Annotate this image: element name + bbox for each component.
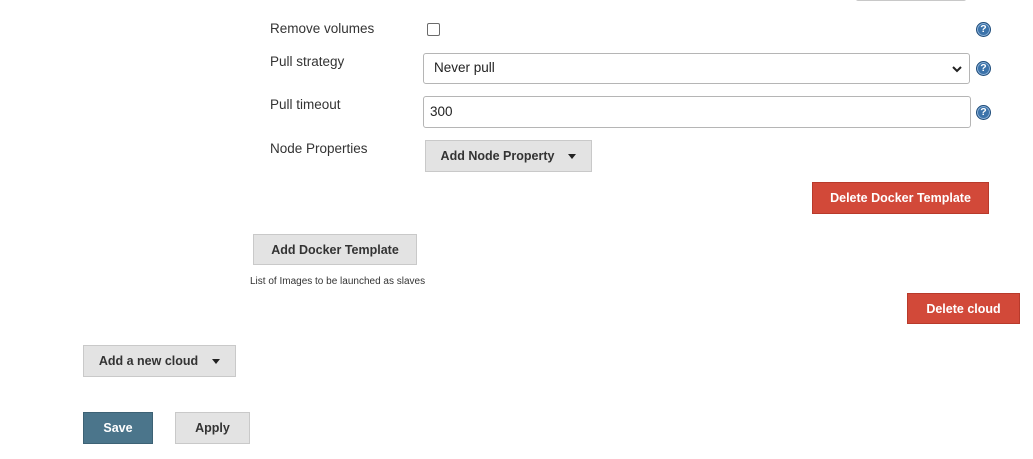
- add-new-cloud-label: Add a new cloud: [98, 354, 199, 368]
- previous-button-edge: [856, 0, 966, 1]
- add-node-property-button[interactable]: Add Node Property: [425, 140, 592, 172]
- delete-cloud-label: Delete cloud: [926, 301, 1001, 316]
- delete-docker-template-label: Delete Docker Template: [830, 191, 971, 205]
- save-label: Save: [103, 421, 133, 435]
- caret-down-icon: [212, 358, 221, 364]
- pull-timeout-value: 300: [430, 104, 453, 119]
- save-button[interactable]: Save: [83, 412, 153, 444]
- add-docker-template-button[interactable]: Add Docker Template: [253, 234, 417, 265]
- pull-strategy-select[interactable]: Never pull: [423, 53, 970, 84]
- apply-label: Apply: [195, 421, 230, 435]
- pull-timeout-input[interactable]: 300: [423, 96, 971, 128]
- remove-volumes-checkbox[interactable]: [427, 23, 440, 36]
- help-icon[interactable]: ?: [976, 61, 991, 76]
- apply-button[interactable]: Apply: [175, 412, 250, 444]
- pull-timeout-label: Pull timeout: [270, 97, 341, 112]
- node-properties-label: Node Properties: [270, 141, 368, 156]
- add-node-property-label: Add Node Property: [440, 149, 555, 163]
- caret-down-icon: [568, 153, 577, 159]
- add-docker-template-label: Add Docker Template: [271, 242, 399, 257]
- remove-volumes-label: Remove volumes: [270, 21, 375, 36]
- pull-strategy-label: Pull strategy: [270, 54, 345, 69]
- help-icon[interactable]: ?: [976, 22, 991, 37]
- delete-docker-template-button[interactable]: Delete Docker Template: [812, 182, 989, 214]
- chevron-down-icon: [952, 66, 962, 73]
- add-new-cloud-button[interactable]: Add a new cloud: [83, 345, 236, 377]
- templates-description: List of Images to be launched as slaves: [250, 276, 426, 287]
- pull-strategy-value: Never pull: [434, 60, 495, 75]
- delete-cloud-button[interactable]: Delete cloud: [907, 293, 1020, 324]
- help-icon[interactable]: ?: [976, 105, 991, 120]
